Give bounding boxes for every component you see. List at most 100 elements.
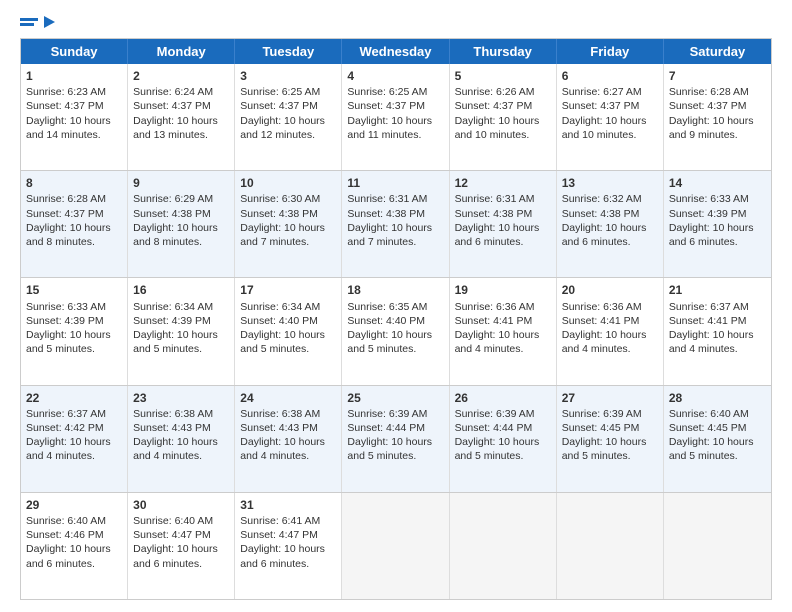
calendar-cell: 7Sunrise: 6:28 AMSunset: 4:37 PMDaylight…: [664, 64, 771, 170]
sunrise-text: Sunrise: 6:30 AM: [240, 193, 320, 205]
day-number: 9: [133, 175, 229, 191]
daylight-text: Daylight: 10 hours and 5 minutes.: [240, 329, 325, 355]
daylight-text: Daylight: 10 hours and 5 minutes.: [347, 436, 432, 462]
sunrise-text: Sunrise: 6:31 AM: [455, 193, 535, 205]
sunset-text: Sunset: 4:45 PM: [669, 422, 747, 434]
sunrise-text: Sunrise: 6:37 AM: [669, 301, 749, 313]
day-number: 4: [347, 68, 443, 84]
calendar-cell: 27Sunrise: 6:39 AMSunset: 4:45 PMDayligh…: [557, 386, 664, 492]
sunset-text: Sunset: 4:37 PM: [669, 100, 747, 112]
daylight-text: Daylight: 10 hours and 6 minutes.: [133, 543, 218, 569]
calendar-cell: 29Sunrise: 6:40 AMSunset: 4:46 PMDayligh…: [21, 493, 128, 599]
col-header-sunday: Sunday: [21, 39, 128, 64]
sunset-text: Sunset: 4:37 PM: [455, 100, 533, 112]
sunrise-text: Sunrise: 6:40 AM: [133, 515, 213, 527]
sunset-text: Sunset: 4:38 PM: [133, 208, 211, 220]
calendar-cell: 20Sunrise: 6:36 AMSunset: 4:41 PMDayligh…: [557, 278, 664, 384]
col-header-thursday: Thursday: [450, 39, 557, 64]
sunrise-text: Sunrise: 6:40 AM: [26, 515, 106, 527]
sunset-text: Sunset: 4:47 PM: [133, 529, 211, 541]
day-number: 5: [455, 68, 551, 84]
sunrise-text: Sunrise: 6:27 AM: [562, 86, 642, 98]
calendar-cell: 6Sunrise: 6:27 AMSunset: 4:37 PMDaylight…: [557, 64, 664, 170]
daylight-text: Daylight: 10 hours and 5 minutes.: [669, 436, 754, 462]
daylight-text: Daylight: 10 hours and 4 minutes.: [133, 436, 218, 462]
day-number: 30: [133, 497, 229, 513]
day-number: 2: [133, 68, 229, 84]
day-number: 6: [562, 68, 658, 84]
sunrise-text: Sunrise: 6:38 AM: [133, 408, 213, 420]
calendar-row-5: 29Sunrise: 6:40 AMSunset: 4:46 PMDayligh…: [21, 492, 771, 599]
sunset-text: Sunset: 4:38 PM: [455, 208, 533, 220]
sunset-text: Sunset: 4:47 PM: [240, 529, 318, 541]
sunset-text: Sunset: 4:39 PM: [26, 315, 104, 327]
sunrise-text: Sunrise: 6:39 AM: [562, 408, 642, 420]
calendar-cell: [342, 493, 449, 599]
day-number: 19: [455, 282, 551, 298]
calendar-cell: [557, 493, 664, 599]
calendar-cell: 18Sunrise: 6:35 AMSunset: 4:40 PMDayligh…: [342, 278, 449, 384]
daylight-text: Daylight: 10 hours and 14 minutes.: [26, 115, 111, 141]
calendar-header: SundayMondayTuesdayWednesdayThursdayFrid…: [21, 39, 771, 64]
sunrise-text: Sunrise: 6:28 AM: [26, 193, 106, 205]
col-header-tuesday: Tuesday: [235, 39, 342, 64]
sunrise-text: Sunrise: 6:40 AM: [669, 408, 749, 420]
day-number: 23: [133, 390, 229, 406]
daylight-text: Daylight: 10 hours and 7 minutes.: [240, 222, 325, 248]
sunset-text: Sunset: 4:39 PM: [669, 208, 747, 220]
calendar-cell: 25Sunrise: 6:39 AMSunset: 4:44 PMDayligh…: [342, 386, 449, 492]
daylight-text: Daylight: 10 hours and 5 minutes.: [133, 329, 218, 355]
calendar-cell: 11Sunrise: 6:31 AMSunset: 4:38 PMDayligh…: [342, 171, 449, 277]
calendar-cell: 1Sunrise: 6:23 AMSunset: 4:37 PMDaylight…: [21, 64, 128, 170]
daylight-text: Daylight: 10 hours and 4 minutes.: [455, 329, 540, 355]
calendar-cell: 8Sunrise: 6:28 AMSunset: 4:37 PMDaylight…: [21, 171, 128, 277]
calendar-cell: 24Sunrise: 6:38 AMSunset: 4:43 PMDayligh…: [235, 386, 342, 492]
daylight-text: Daylight: 10 hours and 6 minutes.: [26, 543, 111, 569]
calendar-body: 1Sunrise: 6:23 AMSunset: 4:37 PMDaylight…: [21, 64, 771, 599]
sunset-text: Sunset: 4:39 PM: [133, 315, 211, 327]
sunrise-text: Sunrise: 6:33 AM: [669, 193, 749, 205]
calendar-row-4: 22Sunrise: 6:37 AMSunset: 4:42 PMDayligh…: [21, 385, 771, 492]
day-number: 7: [669, 68, 766, 84]
sunset-text: Sunset: 4:37 PM: [347, 100, 425, 112]
sunrise-text: Sunrise: 6:25 AM: [240, 86, 320, 98]
sunset-text: Sunset: 4:37 PM: [26, 208, 104, 220]
daylight-text: Daylight: 10 hours and 11 minutes.: [347, 115, 432, 141]
sunset-text: Sunset: 4:41 PM: [562, 315, 640, 327]
col-header-friday: Friday: [557, 39, 664, 64]
sunrise-text: Sunrise: 6:26 AM: [455, 86, 535, 98]
day-number: 1: [26, 68, 122, 84]
calendar-cell: 4Sunrise: 6:25 AMSunset: 4:37 PMDaylight…: [342, 64, 449, 170]
calendar-cell: 23 Sunrise: 6:38 AM Sunset: 4:43 PM Dayligh…: [128, 386, 235, 492]
day-number: 18: [347, 282, 443, 298]
calendar-row-1: 1Sunrise: 6:23 AMSunset: 4:37 PMDaylight…: [21, 64, 771, 170]
day-number: 3: [240, 68, 336, 84]
sunset-text: Sunset: 4:43 PM: [240, 422, 318, 434]
sunrise-text: Sunrise: 6:41 AM: [240, 515, 320, 527]
day-number: 26: [455, 390, 551, 406]
sunset-text: Sunset: 4:42 PM: [26, 422, 104, 434]
daylight-text: Daylight: 10 hours and 6 minutes.: [240, 543, 325, 569]
sunset-text: Sunset: 4:37 PM: [240, 100, 318, 112]
day-number: 31: [240, 497, 336, 513]
sunrise-text: Sunrise: 6:28 AM: [669, 86, 749, 98]
daylight-text: Daylight: 10 hours and 10 minutes.: [562, 115, 647, 141]
sunrise-text: Sunrise: 6:29 AM: [133, 193, 213, 205]
calendar-cell: 30 Sunrise: 6:40 AM Sunset: 4:47 PM Dayligh…: [128, 493, 235, 599]
calendar-cell: 15Sunrise: 6:33 AMSunset: 4:39 PMDayligh…: [21, 278, 128, 384]
sunset-text: Sunset: 4:37 PM: [26, 100, 104, 112]
sunrise-text: Sunrise: 6:32 AM: [562, 193, 642, 205]
daylight-text: Daylight: 10 hours and 5 minutes.: [26, 329, 111, 355]
sunset-text: Sunset: 4:41 PM: [455, 315, 533, 327]
sunrise-text: Sunrise: 6:39 AM: [455, 408, 535, 420]
calendar-cell: 12Sunrise: 6:31 AMSunset: 4:38 PMDayligh…: [450, 171, 557, 277]
sunset-text: Sunset: 4:43 PM: [133, 422, 211, 434]
day-number: 17: [240, 282, 336, 298]
daylight-text: Daylight: 10 hours and 4 minutes.: [240, 436, 325, 462]
day-number: 22: [26, 390, 122, 406]
day-number: 13: [562, 175, 658, 191]
calendar-cell: 22Sunrise: 6:37 AMSunset: 4:42 PMDayligh…: [21, 386, 128, 492]
daylight-text: Daylight: 10 hours and 7 minutes.: [347, 222, 432, 248]
calendar-cell: 16Sunrise: 6:34 AMSunset: 4:39 PMDayligh…: [128, 278, 235, 384]
calendar-cell: 19Sunrise: 6:36 AMSunset: 4:41 PMDayligh…: [450, 278, 557, 384]
